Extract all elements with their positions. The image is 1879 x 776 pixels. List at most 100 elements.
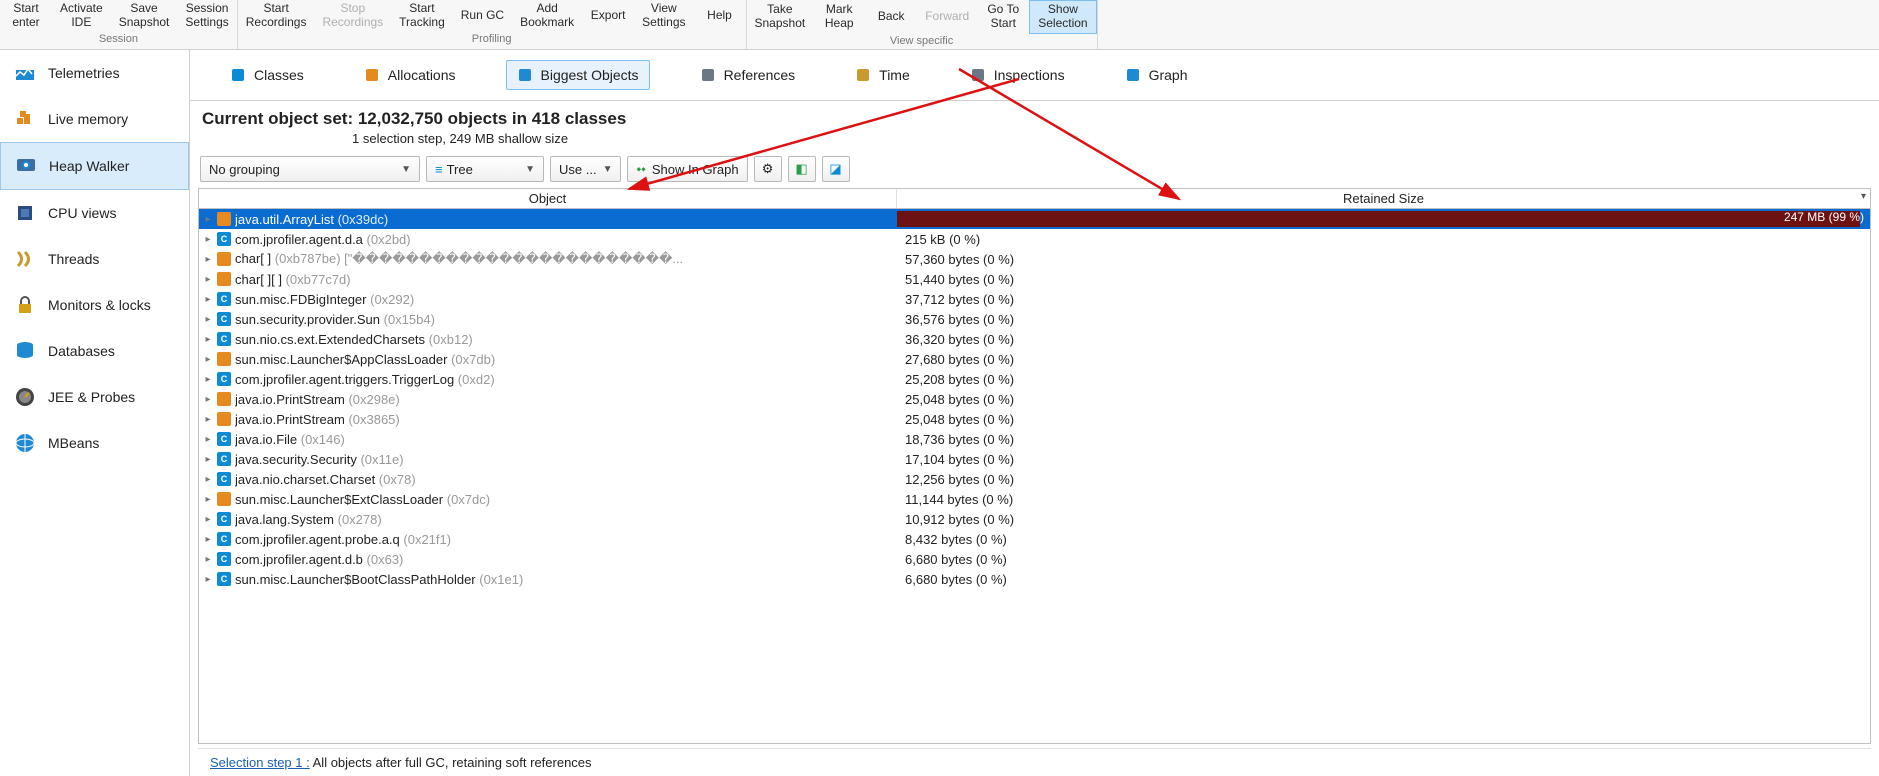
ribbon-help-[interactable]: Help — [694, 0, 746, 32]
sidebar-item-monitors-locks[interactable]: Monitors & locks — [0, 282, 189, 328]
cpu-icon — [14, 202, 36, 224]
expand-icon[interactable]: ▸ — [199, 554, 217, 565]
ribbon-start-enter[interactable]: Startenter — [0, 0, 52, 32]
class-icon: C — [217, 452, 231, 466]
tree-dropdown[interactable]: ≡Tree▼ — [426, 156, 544, 182]
sidebar-item-jee-probes[interactable]: JEE & Probes — [0, 374, 189, 420]
class-icon: C — [217, 312, 231, 326]
table-row[interactable]: ▸sun.misc.Launcher$ExtClassLoader (0x7dc… — [199, 489, 1870, 509]
biggest-icon — [517, 67, 533, 83]
expand-icon[interactable]: ▸ — [199, 274, 217, 285]
content: Classes Allocations Biggest Objects Referen… — [190, 50, 1879, 776]
ribbon-start-tracking[interactable]: StartTracking — [391, 0, 453, 32]
sidebar-item-cpu-views[interactable]: CPU views — [0, 190, 189, 236]
table-row[interactable]: ▸Csun.misc.Launcher$BootClassPathHolder … — [199, 569, 1870, 589]
ribbon-save-snapshot[interactable]: SaveSnapshot — [111, 0, 178, 32]
expand-icon[interactable]: ▸ — [199, 214, 217, 225]
gear-icon: ⚙ — [762, 161, 774, 177]
ribbon-run-gc-[interactable]: Run GC — [453, 0, 512, 32]
expand-icon[interactable]: ▸ — [199, 474, 217, 485]
expand-icon[interactable]: ▸ — [199, 374, 217, 385]
sidebar-item-threads[interactable]: Threads — [0, 236, 189, 282]
expand-icon[interactable]: ▸ — [199, 394, 217, 405]
table-row[interactable]: ▸java.io.PrintStream (0x3865)25,048 byte… — [199, 409, 1870, 429]
table-row[interactable]: ▸Cjava.nio.charset.Charset (0x78)12,256 … — [199, 469, 1870, 489]
expand-icon[interactable]: ▸ — [199, 514, 217, 525]
ribbon-export-[interactable]: Export — [582, 0, 634, 32]
show-in-graph-button[interactable]: ⬩⬩Show In Graph — [627, 156, 747, 182]
table-row[interactable]: ▸Csun.security.provider.Sun (0x15b4)36,5… — [199, 309, 1870, 329]
sidebar-item-heap-walker[interactable]: Heap Walker — [0, 142, 189, 190]
ribbon-stop-recordings: StopRecordings — [314, 0, 391, 32]
column-menu-icon[interactable]: ▾ — [1861, 191, 1866, 202]
table-row[interactable]: ▸Ccom.jprofiler.agent.d.b (0x63)6,680 by… — [199, 549, 1870, 569]
expand-icon[interactable]: ▸ — [199, 574, 217, 585]
sidebar-item-label: MBeans — [48, 435, 99, 451]
ribbon-take-snapshot[interactable]: TakeSnapshot — [747, 0, 814, 34]
tab-references[interactable]: References — [690, 61, 806, 89]
ribbon-session-settings[interactable]: SessionSettings — [177, 0, 236, 32]
table-row[interactable]: ▸Ccom.jprofiler.agent.probe.a.q (0x21f1)… — [199, 529, 1870, 549]
expand-icon[interactable]: ▸ — [199, 234, 217, 245]
table-row[interactable]: ▸java.io.PrintStream (0x298e)25,048 byte… — [199, 389, 1870, 409]
object-set-sub: 1 selection step, 249 MB shallow size — [352, 131, 1867, 146]
tab-allocations[interactable]: Allocations — [354, 61, 466, 89]
grouping-dropdown[interactable]: No grouping▼ — [200, 156, 420, 182]
ribbon-add-bookmark[interactable]: AddBookmark — [512, 0, 582, 32]
ribbon-mark-heap[interactable]: MarkHeap — [813, 0, 865, 34]
ribbon-show-selection[interactable]: ShowSelection — [1029, 0, 1096, 34]
table-row[interactable]: ▸Ccom.jprofiler.agent.triggers.TriggerLo… — [199, 369, 1870, 389]
tab-label: Graph — [1149, 67, 1188, 83]
ribbon-back-[interactable]: Back — [865, 0, 917, 34]
table-row[interactable]: ▸Cjava.lang.System (0x278)10,912 bytes (… — [199, 509, 1870, 529]
column-object[interactable]: Object — [199, 189, 897, 208]
class-icon: C — [217, 232, 231, 246]
table-row[interactable]: ▸Csun.nio.cs.ext.ExtendedCharsets (0xb12… — [199, 329, 1870, 349]
tab-inspections[interactable]: Inspections — [960, 61, 1075, 89]
ribbon-activate-ide[interactable]: ActivateIDE — [52, 0, 111, 32]
expand-icon[interactable]: ▸ — [199, 494, 217, 505]
tab-biggest-objects[interactable]: Biggest Objects — [506, 60, 650, 90]
deselect-button[interactable]: ◪ — [822, 156, 850, 182]
ribbon-view-settings[interactable]: ViewSettings — [634, 0, 693, 32]
probe-icon — [14, 386, 36, 408]
tab-time[interactable]: Time — [845, 61, 920, 89]
expand-icon[interactable]: ▸ — [199, 434, 217, 445]
expand-icon[interactable]: ▸ — [199, 254, 217, 265]
table-row[interactable]: ▸Ccom.jprofiler.agent.d.a (0x2bd)215 kB … — [199, 229, 1870, 249]
table-row[interactable]: ▸java.util.ArrayList (0x39dc)247 MB (99 … — [199, 209, 1870, 229]
tab-classes[interactable]: Classes — [220, 61, 314, 89]
table-row[interactable]: ▸char[ ] (0xb787be) ["������������������… — [199, 249, 1870, 269]
expand-icon[interactable]: ▸ — [199, 354, 217, 365]
table-body: ▸java.util.ArrayList (0x39dc)247 MB (99 … — [199, 209, 1870, 743]
table-row[interactable]: ▸Csun.misc.FDBigInteger (0x292)37,712 by… — [199, 289, 1870, 309]
object-name: com.jprofiler.agent.d.b (0x63) — [235, 552, 897, 567]
sidebar-item-databases[interactable]: Databases — [0, 328, 189, 374]
expand-icon[interactable]: ▸ — [199, 454, 217, 465]
sidebar-item-live-memory[interactable]: Live memory — [0, 96, 189, 142]
table-row[interactable]: ▸Cjava.io.File (0x146)18,736 bytes (0 %) — [199, 429, 1870, 449]
column-retained[interactable]: Retained Size ▾ — [897, 189, 1870, 208]
object-name: sun.security.provider.Sun (0x15b4) — [235, 312, 897, 327]
expand-icon[interactable]: ▸ — [199, 534, 217, 545]
class-icon: C — [217, 472, 231, 486]
selection-step-link[interactable]: Selection step 1 : — [210, 755, 310, 770]
sidebar-item-mbeans[interactable]: MBeans — [0, 420, 189, 466]
expand-icon[interactable]: ▸ — [199, 334, 217, 345]
threads-icon — [14, 248, 36, 270]
expand-icon[interactable]: ▸ — [199, 414, 217, 425]
tab-graph[interactable]: Graph — [1115, 61, 1198, 89]
use-dropdown[interactable]: Use ...▼ — [550, 156, 621, 182]
settings-button[interactable]: ⚙ — [754, 156, 782, 182]
expand-icon[interactable]: ▸ — [199, 314, 217, 325]
sidebar-item-label: Heap Walker — [49, 158, 129, 174]
chevron-down-icon: ▼ — [401, 164, 411, 175]
expand-icon[interactable]: ▸ — [199, 294, 217, 305]
sidebar-item-telemetries[interactable]: Telemetries — [0, 50, 189, 96]
table-row[interactable]: ▸sun.misc.Launcher$AppClassLoader (0x7db… — [199, 349, 1870, 369]
filter-button[interactable]: ◧ — [788, 156, 816, 182]
ribbon-start-recordings[interactable]: StartRecordings — [238, 0, 315, 32]
table-row[interactable]: ▸Cjava.security.Security (0x11e)17,104 b… — [199, 449, 1870, 469]
table-row[interactable]: ▸char[ ][ ] (0xb77c7d)51,440 bytes (0 %) — [199, 269, 1870, 289]
ribbon-go-to-start[interactable]: Go ToStart — [977, 0, 1029, 34]
